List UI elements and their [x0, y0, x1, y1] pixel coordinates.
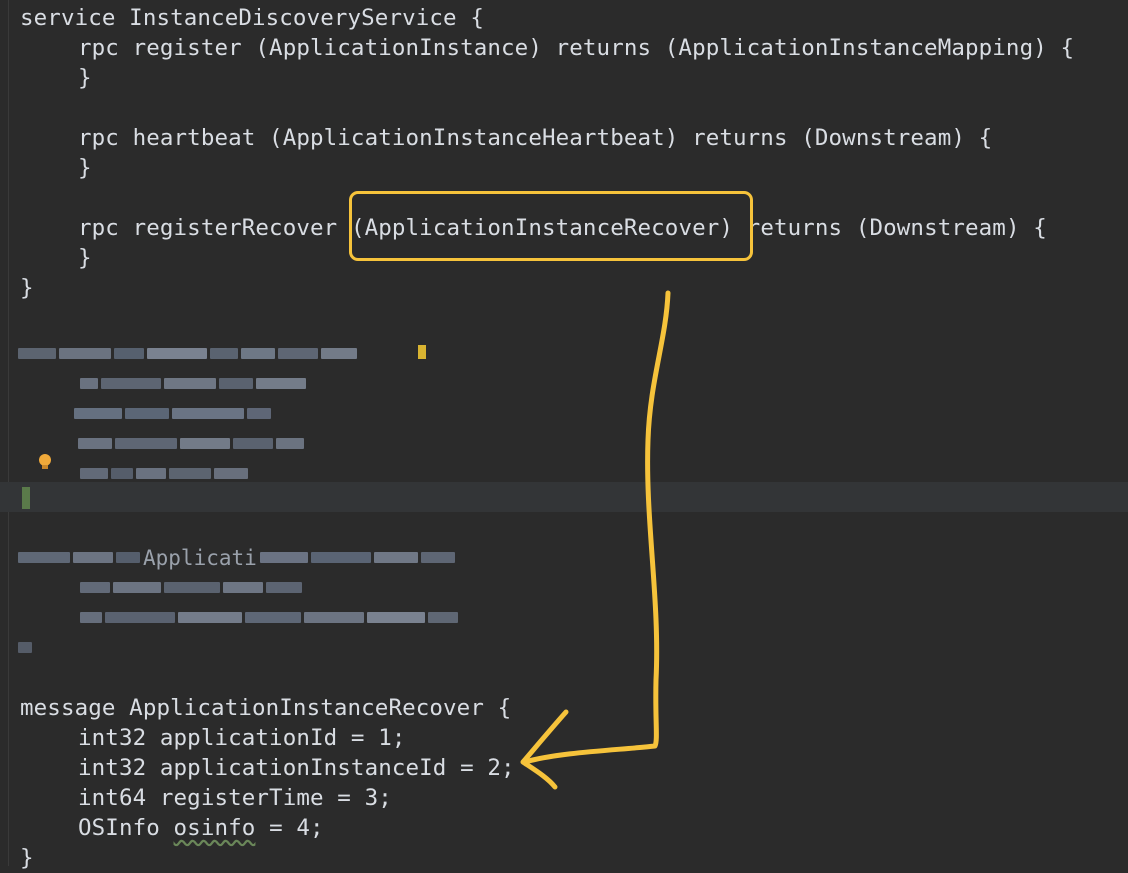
- annotation-arrow: [520, 290, 671, 790]
